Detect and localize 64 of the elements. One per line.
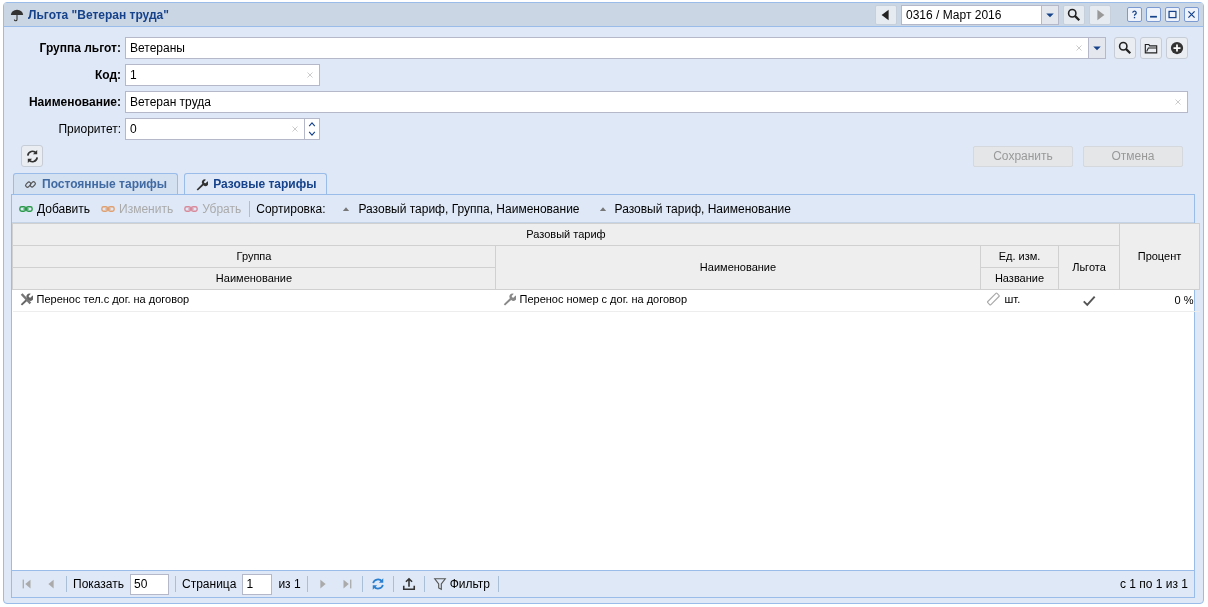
clear-icon — [305, 70, 315, 80]
add-button[interactable] — [1166, 37, 1188, 59]
page-count: из 1 — [278, 576, 301, 593]
search-button[interactable] — [1063, 4, 1085, 25]
first-page-icon — [20, 577, 34, 591]
plus-icon — [1170, 41, 1184, 55]
column-header[interactable]: Льгота — [1058, 245, 1120, 290]
wrench-icon — [501, 291, 516, 306]
sort-button[interactable]: Разовый тариф, Наименование — [595, 199, 793, 218]
field-label: Код: — [93, 67, 122, 84]
ruler-icon — [986, 291, 1001, 306]
column-header[interactable]: Разовый тариф — [12, 223, 1120, 246]
tab[interactable]: Разовые тарифы — [184, 173, 328, 194]
window-title: Льгота "Ветеран труда" — [28, 6, 169, 24]
toolbar-button[interactable]: Добавить — [16, 199, 93, 218]
close-button[interactable] — [1184, 7, 1199, 22]
field-label: Наименование: — [27, 94, 122, 111]
wrench-icon — [195, 177, 209, 191]
input-field[interactable]: Ветеран труда — [125, 91, 1188, 113]
search-button[interactable] — [1114, 37, 1136, 59]
close-icon — [1186, 9, 1197, 20]
paging-summary: с 1 по 1 из 1 — [1119, 576, 1188, 593]
field-label: Приоритет: — [57, 121, 122, 138]
page-size-label: Показать — [73, 576, 124, 593]
column-header[interactable]: Группа — [12, 245, 496, 268]
sort-button[interactable]: Разовый тариф, Группа, Наименование — [339, 199, 582, 218]
column-header[interactable]: Наименование — [495, 245, 981, 290]
umbrella-icon — [10, 7, 24, 22]
search-icon — [1118, 41, 1132, 55]
table-cell-text: Перенос номер с дог. на договор — [519, 291, 688, 307]
folder-icon — [1144, 41, 1158, 55]
input-field[interactable]: 1 — [125, 64, 320, 86]
filter-button[interactable]: Фильтр — [430, 575, 492, 593]
previous-period-button[interactable] — [875, 4, 897, 25]
column-header[interactable]: Процент — [1119, 223, 1200, 290]
table-cell-text: Перенос тел.с дог. на договор — [36, 291, 190, 307]
page-field[interactable]: 1 — [242, 573, 273, 595]
field-label: Группа льгот: — [38, 40, 122, 57]
tools-icon — [18, 291, 33, 306]
question-icon — [1129, 9, 1140, 20]
table-cell-text: шт. — [1004, 291, 1021, 307]
page-size-field[interactable]: 50 — [130, 573, 169, 595]
input-field[interactable]: 0 — [125, 118, 320, 140]
minimize-button[interactable] — [1146, 7, 1161, 22]
period-field[interactable]: 0316 / Март 2016 — [901, 4, 1059, 25]
search-icon — [1067, 7, 1081, 22]
tab[interactable]: Постоянные тарифы — [13, 173, 179, 194]
input-field[interactable]: Ветераны — [125, 37, 1106, 59]
refresh-icon — [24, 148, 40, 164]
sort-label: Сортировка: — [256, 200, 326, 218]
clear-icon — [290, 124, 300, 134]
upload-icon — [401, 577, 416, 591]
filter-icon — [432, 577, 447, 591]
column-header[interactable]: Наименование — [12, 267, 496, 290]
clear-icon — [1173, 97, 1183, 107]
table-cell-text: 0 % — [1174, 293, 1194, 309]
refresh-icon — [370, 577, 385, 591]
maximize-button[interactable] — [1165, 7, 1180, 22]
refresh-button[interactable] — [21, 145, 43, 167]
folder-button[interactable] — [1140, 37, 1162, 59]
maximize-icon — [1167, 9, 1178, 20]
help-button[interactable] — [1127, 7, 1142, 22]
clear-icon — [1074, 43, 1084, 53]
page-label: Страница — [182, 576, 237, 593]
